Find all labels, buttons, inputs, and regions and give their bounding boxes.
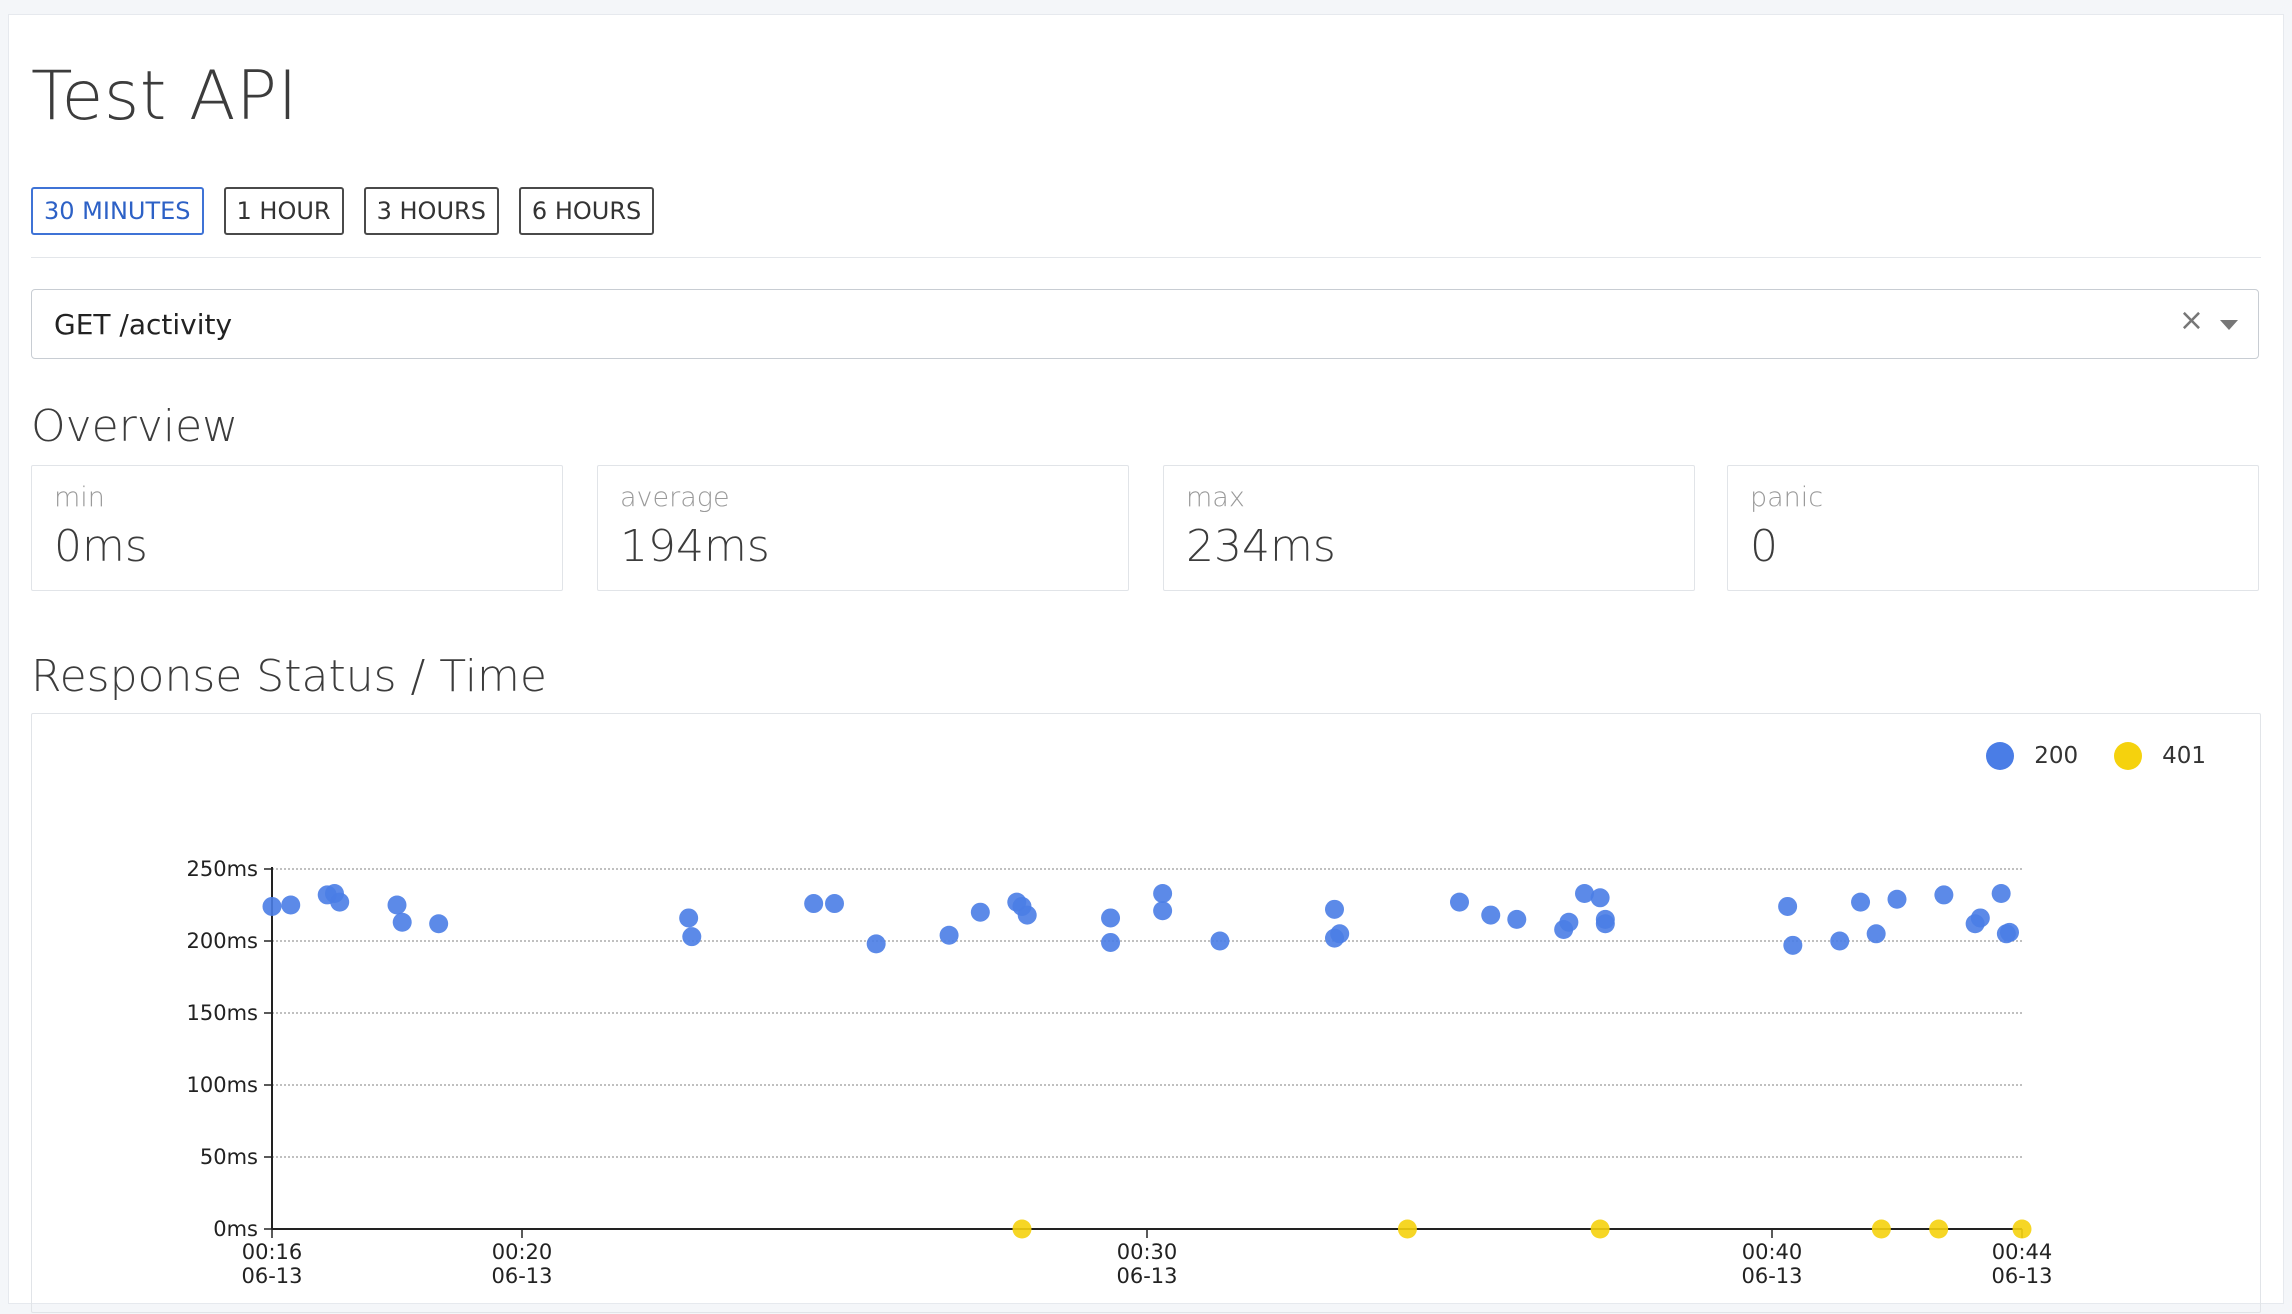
data-point-200 bbox=[1481, 905, 1501, 925]
range-1-hour-button[interactable]: 1 HOUR bbox=[223, 187, 344, 235]
data-point-200 bbox=[939, 925, 959, 945]
data-point-200 bbox=[1450, 892, 1469, 912]
stat-label: min bbox=[54, 482, 105, 513]
stat-value: 0ms bbox=[54, 521, 148, 572]
data-point-200 bbox=[1101, 932, 1121, 952]
data-point-401 bbox=[1397, 1219, 1417, 1239]
data-point-200 bbox=[1153, 901, 1173, 921]
y-tick-label: 250ms bbox=[187, 857, 258, 881]
data-point-200 bbox=[387, 895, 407, 915]
data-point-200 bbox=[281, 895, 301, 915]
range-3-hours-button[interactable]: 3 HOURS bbox=[363, 187, 499, 235]
data-point-401 bbox=[2012, 1219, 2032, 1239]
data-point-401 bbox=[1012, 1219, 1032, 1239]
data-point-200 bbox=[1153, 883, 1173, 903]
data-point-200 bbox=[679, 908, 699, 928]
stat-value: 234ms bbox=[1186, 521, 1336, 572]
data-point-200 bbox=[1210, 931, 1230, 951]
data-point-200 bbox=[429, 914, 449, 934]
range-30-minutes-button[interactable]: 30 MINUTES bbox=[31, 187, 204, 235]
stat-value: 194ms bbox=[620, 521, 770, 572]
stat-value: 0 bbox=[1750, 521, 1778, 572]
stat-label: average bbox=[620, 482, 730, 513]
y-tick-label: 50ms bbox=[200, 1145, 258, 1169]
x-tick-label-time: 00:44 bbox=[1992, 1240, 2053, 1264]
data-point-200 bbox=[2000, 922, 2019, 942]
response-chart-title: Response Status / Time bbox=[31, 651, 547, 702]
time-range-selector: 30 MINUTES 1 HOUR 3 HOURS 6 HOURS bbox=[31, 187, 655, 235]
data-point-200 bbox=[392, 912, 412, 932]
data-point-200 bbox=[1325, 899, 1344, 919]
page-title: Test API bbox=[31, 57, 299, 136]
page-container: Test API 30 MINUTES 1 HOUR 3 HOURS 6 HOU… bbox=[8, 14, 2284, 1313]
data-point-200 bbox=[1866, 924, 1886, 944]
x-tick-label-time: 00:20 bbox=[492, 1240, 553, 1264]
x-tick-label-date: 06-13 bbox=[1116, 1264, 1177, 1288]
data-point-200 bbox=[1590, 888, 1610, 908]
stat-card-panic: panic 0 bbox=[1727, 465, 2259, 591]
x-tick-label-date: 06-13 bbox=[1991, 1264, 2052, 1288]
section-divider bbox=[31, 257, 2261, 258]
stat-card-max: max 234ms bbox=[1163, 465, 1695, 591]
data-point-200 bbox=[1507, 909, 1527, 929]
y-tick-label: 0ms bbox=[213, 1217, 258, 1241]
data-point-200 bbox=[682, 927, 702, 947]
caret-down-icon[interactable] bbox=[2220, 320, 2238, 330]
data-point-200 bbox=[1330, 924, 1350, 944]
x-tick-label-time: 00:16 bbox=[242, 1240, 303, 1264]
x-tick-label-time: 00:40 bbox=[1742, 1240, 1803, 1264]
data-point-200 bbox=[1851, 892, 1871, 912]
data-point-200 bbox=[1934, 885, 1954, 905]
data-point-200 bbox=[1017, 905, 1037, 925]
x-tick-label-date: 06-13 bbox=[1741, 1264, 1802, 1288]
data-point-200 bbox=[825, 894, 844, 914]
data-point-200 bbox=[1101, 908, 1121, 928]
response-chart-panel: 200 401 0ms 50ms 100ms 150ms 200ms 250ms 00:16… bbox=[31, 713, 2261, 1313]
data-point-200 bbox=[262, 896, 282, 916]
y-tick-label: 100ms bbox=[187, 1073, 258, 1097]
stat-label: panic bbox=[1750, 482, 1824, 513]
stat-card-min: min 0ms bbox=[31, 465, 563, 591]
data-point-200 bbox=[1783, 935, 1803, 955]
stat-label: max bbox=[1186, 482, 1245, 513]
x-tick-label-time: 00:30 bbox=[1117, 1240, 1178, 1264]
y-tick-label: 200ms bbox=[187, 929, 258, 953]
stat-card-average: average 194ms bbox=[597, 465, 1129, 591]
data-point-401 bbox=[1871, 1219, 1891, 1239]
data-point-200 bbox=[1778, 896, 1798, 916]
data-point-200 bbox=[866, 934, 886, 954]
data-point-200 bbox=[1559, 912, 1579, 932]
data-point-401 bbox=[1929, 1219, 1949, 1239]
scatter-chart: 0ms50ms100ms150ms200ms250ms00:1606-1300:… bbox=[187, 857, 2053, 1288]
close-icon[interactable]: × bbox=[2179, 306, 2204, 336]
data-point-200 bbox=[1970, 908, 1990, 928]
endpoint-select-value: GET /activity bbox=[54, 307, 233, 341]
y-tick-label: 150ms bbox=[187, 1001, 258, 1025]
endpoint-select[interactable]: GET /activity × bbox=[31, 289, 2259, 359]
x-tick-label-date: 06-13 bbox=[241, 1264, 302, 1288]
overview-title: Overview bbox=[31, 401, 239, 452]
range-6-hours-button[interactable]: 6 HOURS bbox=[518, 187, 655, 235]
data-point-200 bbox=[1830, 931, 1850, 951]
data-point-200 bbox=[1887, 889, 1907, 909]
x-tick-label-date: 06-13 bbox=[491, 1264, 552, 1288]
data-point-200 bbox=[1991, 883, 2011, 903]
data-point-200 bbox=[330, 892, 350, 912]
data-point-401 bbox=[1590, 1219, 1610, 1239]
data-point-200 bbox=[804, 894, 824, 914]
data-point-200 bbox=[1595, 909, 1615, 929]
data-point-200 bbox=[970, 902, 990, 922]
